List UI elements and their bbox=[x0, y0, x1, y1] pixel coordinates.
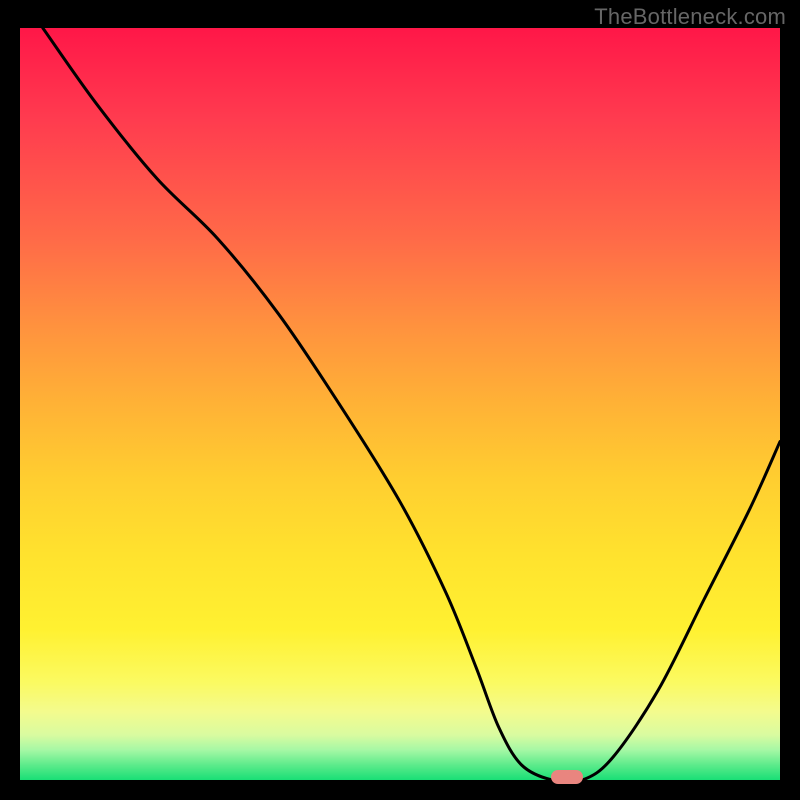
curve-svg bbox=[20, 28, 780, 780]
bottleneck-curve-path bbox=[43, 28, 780, 780]
optimum-marker bbox=[551, 770, 583, 784]
watermark-text: TheBottleneck.com bbox=[594, 4, 786, 30]
chart-stage: TheBottleneck.com bbox=[0, 0, 800, 800]
plot-area bbox=[20, 28, 780, 780]
